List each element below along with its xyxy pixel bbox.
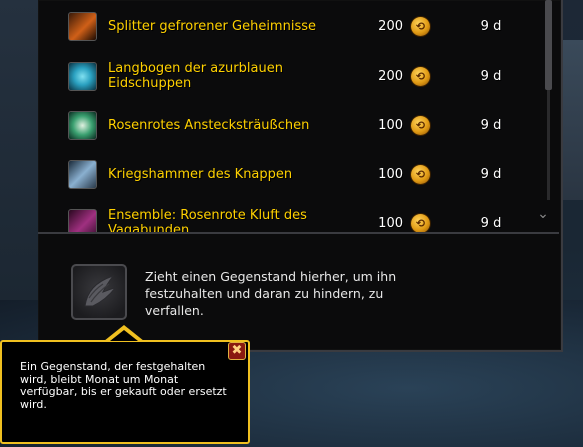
chevron-down-icon[interactable]: ⌄ xyxy=(535,206,551,222)
trader-tender-coin-icon: ⟲ xyxy=(411,16,430,36)
item-price: 100 xyxy=(378,166,403,182)
wing-emblem-icon xyxy=(84,275,117,307)
azure-longbow-icon xyxy=(68,61,97,91)
warhammer-icon xyxy=(68,159,97,189)
item-price: 200 xyxy=(378,18,403,34)
background-scenery-left xyxy=(0,0,40,330)
item-days-remaining: 9 d xyxy=(480,117,502,133)
list-item[interactable]: Ensemble: Rosenrote Kluft des Vagabunden… xyxy=(68,205,548,232)
trading-post-panel: Splitter gefrorener Geheimnisse 200 ⟲ 9 … xyxy=(38,0,563,352)
item-price: 200 xyxy=(378,68,403,84)
item-price: 100 xyxy=(378,215,403,231)
item-name: Ensemble: Rosenrote Kluft des Vagabunden xyxy=(108,208,307,232)
item-days-remaining: 9 d xyxy=(480,68,502,84)
tooltip-arrow-inner xyxy=(110,330,138,341)
item-name: Rosenrotes Anstecksträußchen xyxy=(108,117,310,133)
list-item[interactable]: Splitter gefrorener Geheimnisse 200 ⟲ 9 … xyxy=(68,8,548,44)
trader-tender-coin-icon: ⟲ xyxy=(411,66,430,86)
rose-corsage-icon xyxy=(68,110,97,140)
item-price: 100 xyxy=(378,117,403,133)
trader-tender-coin-icon: ⟲ xyxy=(411,213,430,232)
item-name: Langbogen der azurblauen Eidschuppen xyxy=(108,61,283,91)
list-item[interactable]: Rosenrotes Anstecksträußchen 100 ⟲ 9 d xyxy=(68,107,548,143)
ensemble-icon xyxy=(68,208,97,232)
divider xyxy=(38,232,559,234)
frost-shard-icon xyxy=(68,11,97,41)
scrollbar[interactable] xyxy=(543,0,555,210)
item-name: Splitter gefrorener Geheimnisse xyxy=(108,18,316,34)
list-item[interactable]: Kriegshammer des Knappen 100 ⟲ 9 d xyxy=(68,156,548,192)
tooltip-text: Ein Gegenstand, der festgehalten wird, b… xyxy=(20,360,227,411)
drop-slot[interactable] xyxy=(71,264,127,320)
item-list: Splitter gefrorener Geheimnisse 200 ⟲ 9 … xyxy=(38,0,558,232)
scroll-thumb[interactable] xyxy=(545,0,552,90)
list-item[interactable]: Langbogen der azurblauen Eidschuppen 200… xyxy=(68,58,548,94)
item-days-remaining: 9 d xyxy=(480,166,502,182)
drop-slot-description: Zieht einen Gegenstand hierher, um ihn f… xyxy=(145,269,397,318)
item-name: Kriegshammer des Knappen xyxy=(108,166,293,182)
trader-tender-coin-icon: ⟲ xyxy=(411,164,430,184)
item-days-remaining: 9 d xyxy=(480,215,502,231)
close-icon[interactable]: ✖ xyxy=(228,342,246,360)
item-days-remaining: 9 d xyxy=(480,18,502,34)
trader-tender-coin-icon: ⟲ xyxy=(411,115,430,135)
